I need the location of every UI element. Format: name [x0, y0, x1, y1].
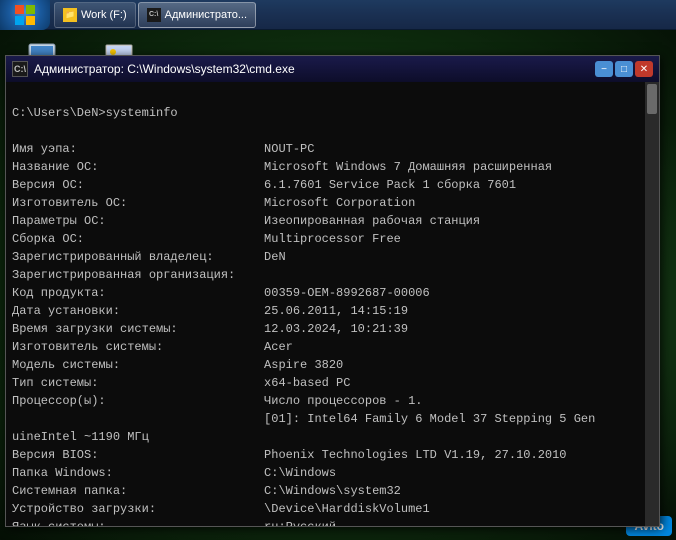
cmd-body: C:\Users\DeN>systeminfo Имя уэпа: NOUT-P… [6, 82, 659, 526]
cmd-row-14: Процессор(ы): Число процессоров - 1. [12, 394, 422, 408]
window-controls: − □ ✕ [595, 61, 653, 77]
cmd-row-0: Имя уэпа: NOUT-PC [12, 142, 314, 156]
start-button[interactable] [0, 0, 50, 30]
cmd-row-15: [01]: Intel64 Family 6 Model 37 Stepping… [12, 412, 595, 426]
cmd-row-16: uineIntel ~1190 МГц [12, 430, 252, 444]
taskbar: 📁 Work (F:) C:\ Администрато... [0, 0, 676, 30]
cmd-icon: C:\ [147, 8, 161, 22]
cmd-title-icon: C:\ [12, 61, 28, 77]
cmd-row-21: Язык системы: ru:Русский [12, 520, 336, 526]
taskbar-btn-cmd-label: Администрато... [165, 9, 247, 21]
cmd-row-9: Дата установки: 25.06.2011, 14:15:19 [12, 304, 408, 318]
cmd-row-1: Название ОС: Microsoft Windows 7 Домашня… [12, 160, 552, 174]
cmd-row-5: Сборка ОС: Multiprocessor Free [12, 232, 401, 246]
cmd-row-13: Тип системы: x64-based PC [12, 376, 350, 390]
close-button[interactable]: ✕ [635, 61, 653, 77]
cmd-row-17: Версия BIOS: Phoenix Technologies LTD V1… [12, 448, 567, 462]
cmd-row-8: Код продукта: 00359-OEM-8992687-00006 [12, 286, 430, 300]
cmd-row-18: Папка Windows: C:\Windows [12, 466, 336, 480]
minimize-button[interactable]: − [595, 61, 613, 77]
cmd-row-6: Зарегистрированный владелец: DeN [12, 250, 286, 264]
cmd-row-7: Зарегистрированная организация: [12, 268, 264, 282]
cmd-row-19: Системная папка: C:\Windows\system32 [12, 484, 401, 498]
taskbar-btn-work-label: Work (F:) [81, 9, 127, 21]
cmd-row-12: Модель системы: Aspire 3820 [12, 358, 343, 372]
cmd-row-10: Время загрузки системы: 12.03.2024, 10:2… [12, 322, 408, 336]
folder-icon: 📁 [63, 8, 77, 22]
cmd-row-2: Версия ОС: 6.1.7601 Service Pack 1 сборк… [12, 178, 516, 192]
desktop: 📁 Work (F:) C:\ Администрато... Компьюте… [0, 0, 676, 540]
scrollbar-thumb[interactable] [647, 84, 657, 114]
taskbar-buttons: 📁 Work (F:) C:\ Администрато... [50, 0, 676, 29]
scrollbar[interactable] [645, 82, 659, 526]
cmd-row-20: Устройство загрузки: \Device\HarddiskVol… [12, 502, 430, 516]
cmd-row-4: Параметры ОС: Изеопированная рабочая ста… [12, 214, 480, 228]
cmd-window: C:\ Администратор: C:\Windows\system32\c… [5, 55, 660, 527]
cmd-title-text: Администратор: C:\Windows\system32\cmd.e… [34, 62, 595, 76]
taskbar-btn-cmd[interactable]: C:\ Администрато... [138, 2, 256, 28]
cmd-row-11: Изготовитель системы: Acer [12, 340, 293, 354]
cmd-content: C:\Users\DeN>systeminfo Имя уэпа: NOUT-P… [12, 86, 653, 526]
cmd-row-3: Изготовитель ОС: Microsoft Corporation [12, 196, 415, 210]
cmd-titlebar[interactable]: C:\ Администратор: C:\Windows\system32\c… [6, 56, 659, 82]
maximize-button[interactable]: □ [615, 61, 633, 77]
taskbar-btn-work[interactable]: 📁 Work (F:) [54, 2, 136, 28]
cmd-command: C:\Users\DeN>systeminfo [12, 106, 178, 120]
